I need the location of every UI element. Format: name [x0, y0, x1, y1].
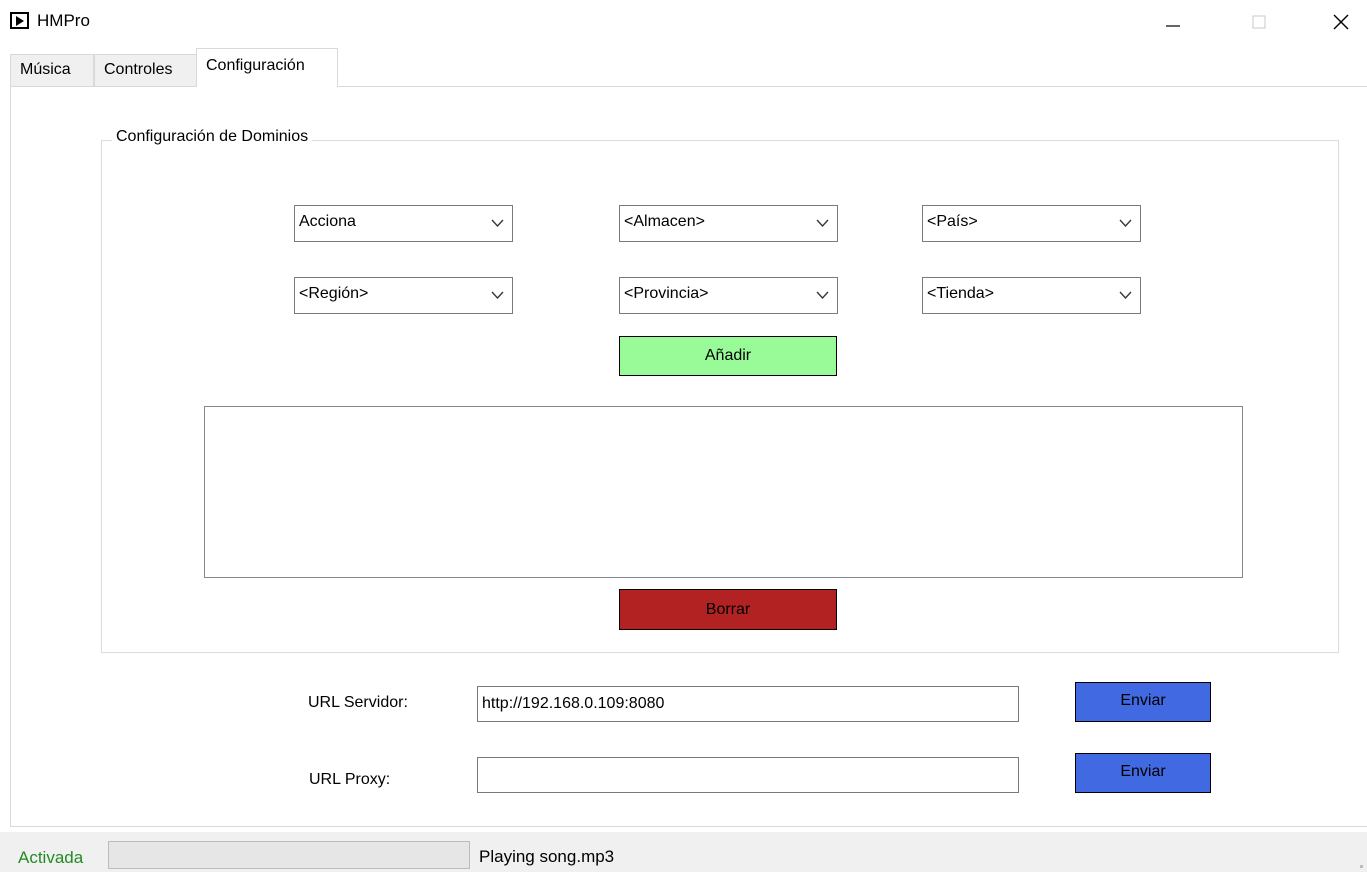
tab-controles[interactable]: Controles [94, 54, 197, 86]
combo-value: Acciona [299, 213, 356, 230]
window-title: HMPro [37, 11, 90, 30]
play-icon [10, 12, 29, 29]
tab-configuracion[interactable]: Configuración [196, 48, 338, 87]
chevron-down-icon [1119, 291, 1132, 299]
domains-group-title: Configuración de Dominios [112, 128, 313, 146]
send-proxy-button[interactable]: Enviar [1075, 753, 1211, 793]
chevron-down-icon [816, 219, 829, 227]
chevron-down-icon [816, 291, 829, 299]
accion-combo[interactable]: Acciona [294, 205, 513, 242]
tab-strip: Música Controles Configuración [10, 48, 1367, 87]
provincia-combo[interactable]: <Provincia> [619, 277, 838, 314]
status-state: Activada [18, 848, 84, 867]
chevron-down-icon [491, 219, 504, 227]
title-bar: HMPro [0, 0, 1367, 44]
tienda-combo[interactable]: <Tienda> [922, 277, 1141, 314]
chevron-down-icon [1119, 219, 1132, 227]
combo-value: <Provincia> [624, 285, 709, 302]
send-server-button[interactable]: Enviar [1075, 682, 1211, 722]
combo-value: <Almacen> [624, 213, 705, 230]
pais-combo[interactable]: <País> [922, 205, 1141, 242]
proxy-url-label: URL Proxy: [309, 771, 391, 788]
server-url-label: URL Servidor: [308, 694, 408, 711]
proxy-url-input[interactable] [477, 757, 1019, 793]
server-url-input[interactable] [477, 686, 1019, 722]
resize-grip-icon[interactable] [1360, 865, 1363, 868]
close-icon[interactable] [1318, 0, 1364, 44]
minimize-icon[interactable] [1150, 0, 1196, 44]
domains-listbox[interactable] [204, 406, 1243, 578]
almacen-combo[interactable]: <Almacen> [619, 205, 838, 242]
add-domain-button[interactable]: Añadir [619, 336, 837, 376]
status-message: Playing song.mp3 [479, 847, 615, 866]
region-combo[interactable]: <Región> [294, 277, 513, 314]
maximize-icon[interactable] [1236, 0, 1282, 44]
combo-value: <País> [927, 213, 978, 230]
combo-value: <Región> [299, 285, 369, 302]
progress-bar [108, 841, 470, 869]
chevron-down-icon [491, 291, 504, 299]
delete-domain-button[interactable]: Borrar [619, 589, 837, 630]
combo-value: <Tienda> [927, 285, 995, 302]
tab-musica[interactable]: Música [10, 54, 94, 86]
